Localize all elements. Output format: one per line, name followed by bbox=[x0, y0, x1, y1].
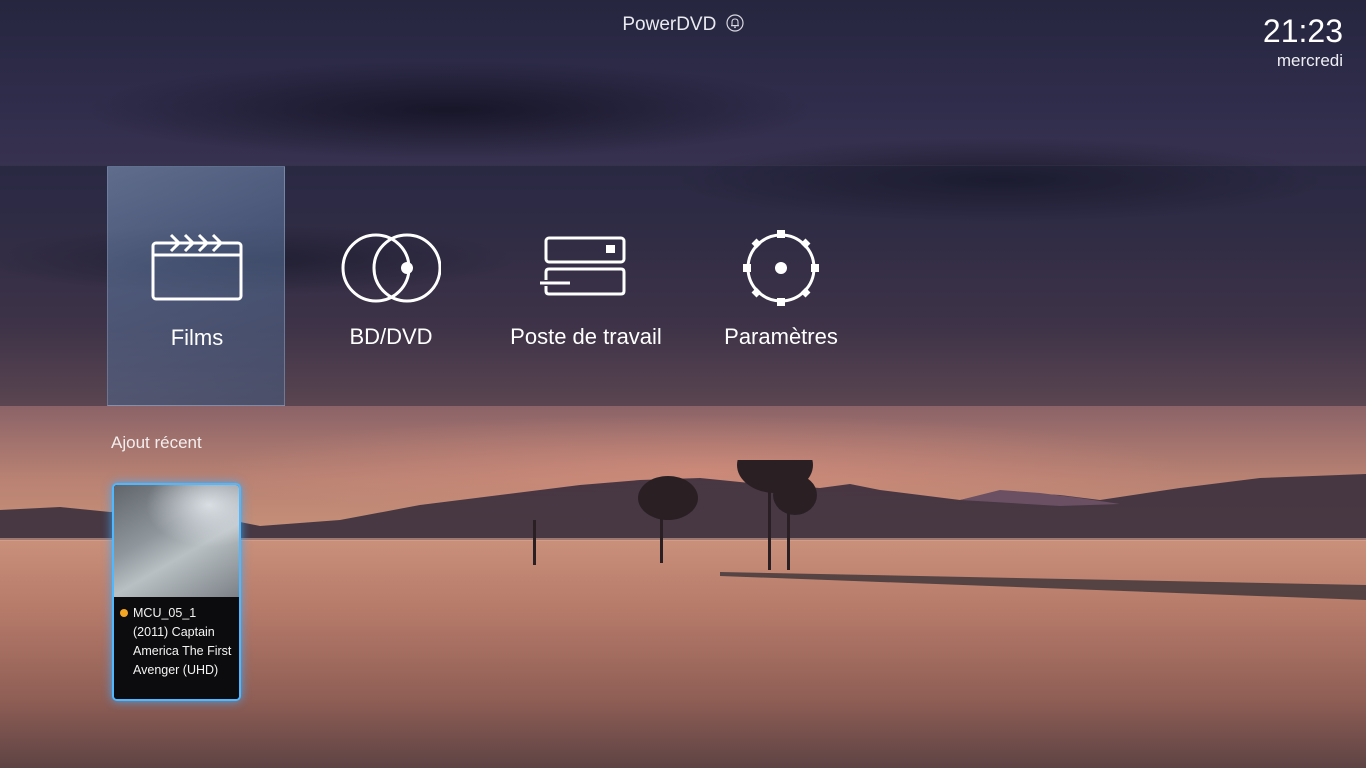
menu-label-films: Films bbox=[170, 325, 224, 350]
recent-media-card[interactable]: MCU_05_1 (2011) Captain America The Firs… bbox=[112, 483, 241, 701]
clock: 21:23 mercredi bbox=[1263, 12, 1343, 72]
bell-icon[interactable] bbox=[726, 14, 744, 32]
menu-item-films[interactable]: Films bbox=[107, 166, 285, 406]
gear-icon bbox=[743, 230, 819, 306]
main-menu: Films BD/DVD Poste de travail Paramètres bbox=[0, 165, 1366, 406]
media-info: MCU_05_1 (2011) Captain America The Firs… bbox=[114, 597, 239, 699]
menu-item-computer[interactable]: Poste de travail bbox=[497, 166, 675, 406]
media-thumbnail bbox=[114, 485, 239, 597]
menu-label-settings: Paramètres bbox=[724, 324, 838, 349]
disc-icon bbox=[341, 233, 441, 303]
app-title-bar: PowerDVD bbox=[0, 14, 1366, 36]
media-title: MCU_05_1 (2011) Captain America The Firs… bbox=[133, 606, 232, 677]
computer-drive-icon bbox=[540, 236, 626, 296]
menu-item-settings[interactable]: Paramètres bbox=[692, 166, 870, 406]
app-title: PowerDVD bbox=[622, 14, 717, 35]
menu-label-computer: Poste de travail bbox=[510, 324, 662, 349]
clock-time: 21:23 bbox=[1262, 13, 1343, 49]
clapperboard-icon bbox=[151, 233, 243, 301]
new-status-dot bbox=[120, 609, 128, 617]
clock-day: mercredi bbox=[1276, 51, 1343, 70]
powerdvd-home-screen: PowerDVD 21:23 mercredi Films BD/DVD Pos… bbox=[0, 0, 1366, 768]
recent-section-title: Ajout récent bbox=[111, 433, 202, 452]
menu-label-bd-dvd: BD/DVD bbox=[349, 324, 433, 349]
menu-item-bd-dvd[interactable]: BD/DVD bbox=[302, 166, 480, 406]
